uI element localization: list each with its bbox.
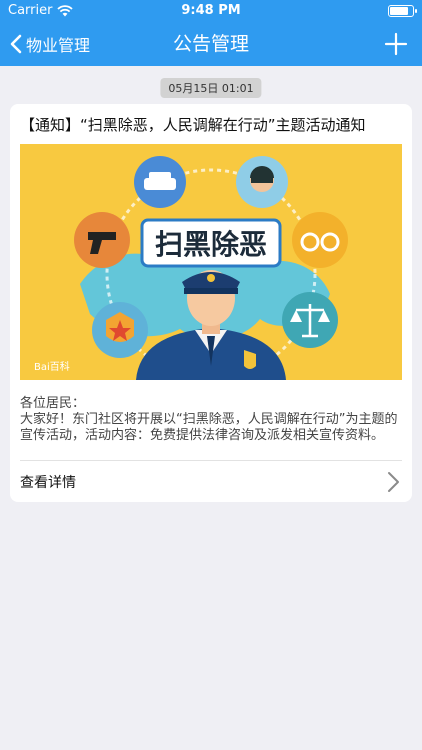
handcuffs-icon — [292, 212, 348, 268]
add-button[interactable] — [380, 28, 412, 60]
scales-icon — [282, 292, 338, 348]
police-car-icon — [134, 156, 186, 208]
battery-icon — [388, 5, 417, 17]
navigation-bar: 物业管理 公告管理 — [0, 22, 422, 66]
announcement-greeting: 各位居民： — [20, 396, 86, 411]
view-details-button[interactable]: 查看详情 — [10, 461, 412, 501]
announcement-card[interactable]: 【通知】“扫黑除恶，人民调解在行动”主题活动通知 扫黑除恶 Bai百科 各位居民… — [10, 104, 412, 502]
badge-icon — [92, 302, 148, 358]
view-details-label: 查看详情 — [20, 475, 76, 491]
plus-icon — [384, 32, 408, 56]
top-bar: Carrier 9:48 PM 物业管理 公告管理 — [0, 0, 422, 66]
status-time: 9:48 PM — [181, 3, 241, 18]
announcement-body: 大家好！东门社区将开展以“扫黑除恶，人民调解在行动”为主题的宣传活动，活动内容：… — [20, 412, 398, 443]
page-title: 公告管理 — [172, 33, 249, 55]
announcement-summary: 各位居民： 大家好！东门社区将开展以“扫黑除恶，人民调解在行动”为主题的宣传活动… — [20, 396, 402, 444]
criminal-icon — [236, 156, 288, 208]
gun-icon — [74, 212, 130, 268]
status-bar: Carrier 9:48 PM — [0, 0, 422, 22]
chevron-right-icon — [388, 472, 399, 492]
announcement-date: 05月15日 01:01 — [160, 78, 262, 98]
banner-text: 扫黑除恶 — [155, 228, 267, 261]
announcement-title: 【通知】“扫黑除恶，人民调解在行动”主题活动通知 — [20, 116, 366, 134]
image-watermark: Bai百科 — [34, 360, 70, 373]
announcement-image: 扫黑除恶 Bai百科 — [20, 144, 402, 380]
